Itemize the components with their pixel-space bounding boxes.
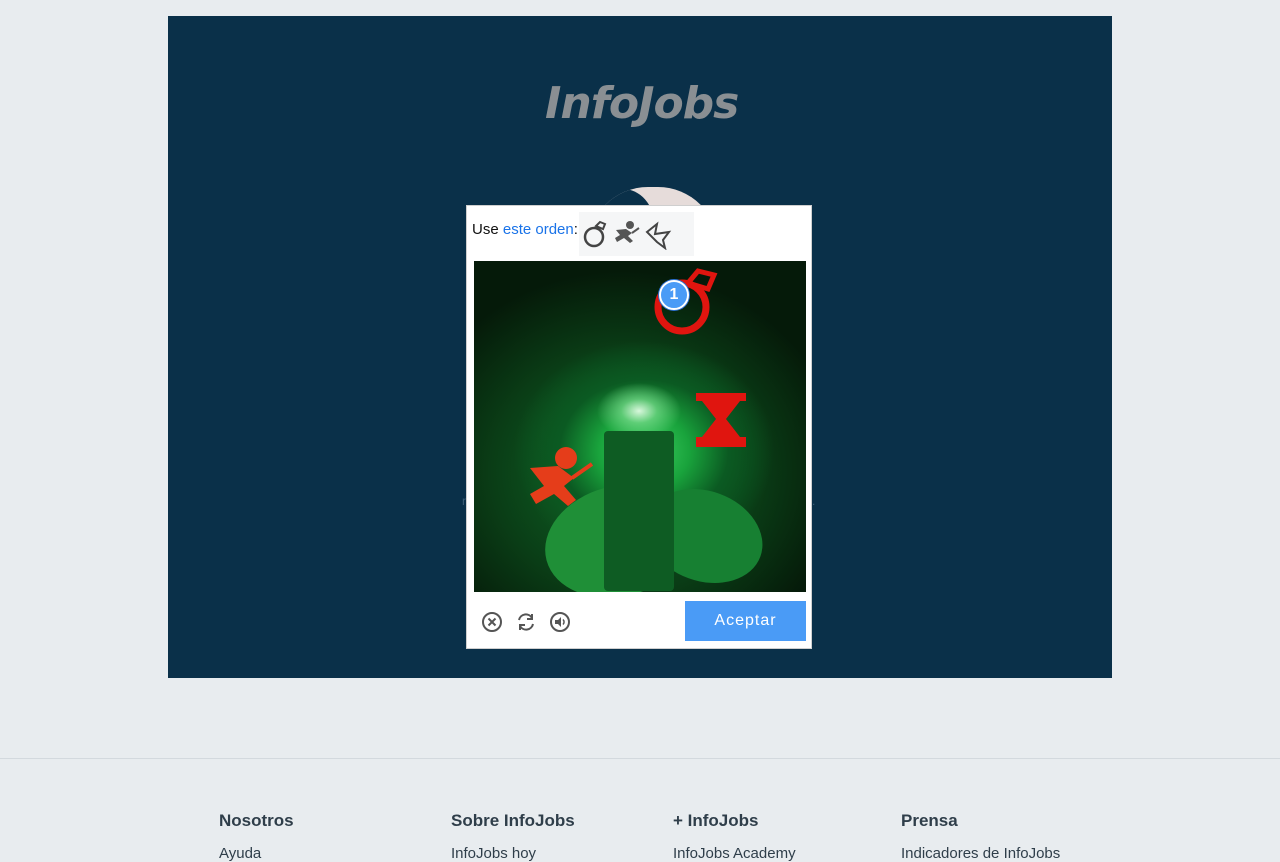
- refresh-icon[interactable]: [515, 611, 537, 633]
- footer-col-prensa: Prensa Indicadores de InfoJobs: [901, 811, 1060, 862]
- close-icon[interactable]: [481, 611, 503, 633]
- ring-icon: [583, 220, 607, 248]
- footer-col-title: Prensa: [901, 811, 958, 830]
- prompt-prefix: Use: [472, 221, 499, 238]
- captcha-prompt: Use este orden:: [472, 221, 578, 238]
- obscured-text-right: .: [812, 494, 816, 508]
- prompt-suffix: :: [573, 221, 578, 238]
- origami-icon: [645, 221, 672, 250]
- person-crouching-icon: [615, 221, 640, 243]
- footer-col-sobre: Sobre InfoJobs InfoJobs hoy: [451, 811, 575, 862]
- hourglass-target-icon[interactable]: [690, 389, 752, 455]
- person-target-icon[interactable]: [526, 444, 596, 510]
- footer-link-academy[interactable]: InfoJobs Academy: [673, 845, 796, 862]
- captcha-image[interactable]: 1: [474, 261, 806, 592]
- accept-button[interactable]: Aceptar: [685, 601, 806, 641]
- footer-col-title: + InfoJobs: [673, 811, 759, 830]
- selection-pin[interactable]: 1: [659, 280, 689, 310]
- footer-link-ayuda[interactable]: Ayuda: [219, 845, 294, 862]
- footer-col-title: Sobre InfoJobs: [451, 811, 575, 830]
- infojobs-logo[interactable]: InfoJobs: [545, 76, 739, 132]
- prompt-order-link[interactable]: este orden: [503, 221, 574, 238]
- stem: [604, 431, 674, 591]
- footer: Nosotros Ayuda Sobre InfoJobs InfoJobs h…: [0, 758, 1280, 862]
- order-icon-strip: [579, 212, 694, 256]
- footer-col-title: Nosotros: [219, 811, 294, 830]
- footer-link-indicadores[interactable]: Indicadores de InfoJobs: [901, 845, 1060, 862]
- footer-col-nosotros: Nosotros Ayuda: [219, 811, 294, 862]
- captcha-dialog: Use este orden: 1 Aceptar: [466, 205, 812, 649]
- audio-icon[interactable]: [549, 611, 571, 633]
- footer-link-infojobs-hoy[interactable]: InfoJobs hoy: [451, 845, 575, 862]
- footer-col-mas: + InfoJobs InfoJobs Academy: [673, 811, 796, 862]
